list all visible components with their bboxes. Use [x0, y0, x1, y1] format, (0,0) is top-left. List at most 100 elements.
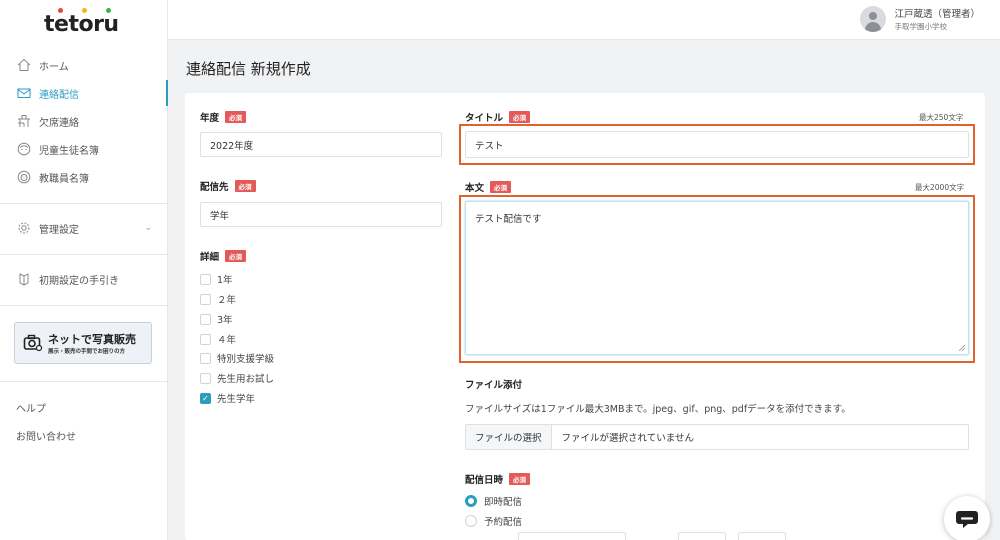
attachment-description: ファイルサイズは1ファイル最大3MBまで。jpeg、gif、png、pdfデータ… — [465, 404, 851, 415]
sidebar-item-messages[interactable]: 連絡配信 — [0, 80, 168, 106]
checkbox-label: 1年 — [217, 275, 233, 286]
grade-checkbox-3[interactable]: 3年 — [200, 312, 233, 326]
required-badge: 必須 — [225, 111, 247, 123]
radio-selected-icon — [465, 495, 477, 507]
avatar — [860, 6, 887, 32]
detail-label-text: 詳細 — [200, 252, 220, 263]
target-label: 配信先 必須 — [200, 179, 256, 193]
sidebar-divider — [0, 381, 167, 382]
body-label-text: 本文 — [465, 183, 485, 194]
logo-dot-yellow — [82, 8, 87, 13]
gear-icon — [16, 220, 32, 236]
sidebar-item-guide[interactable]: 初期設定の手引き — [0, 266, 168, 292]
sidebar-divider — [0, 254, 167, 255]
target-label-text: 配信先 — [200, 182, 229, 193]
book-icon — [16, 271, 32, 287]
required-badge: 必須 — [509, 111, 531, 123]
required-badge: 必須 — [509, 473, 531, 485]
checkbox-label: 3年 — [217, 315, 233, 326]
radio-immediate[interactable]: 即時配信 — [465, 494, 522, 508]
grade-checkbox-2[interactable]: ２年 — [200, 292, 236, 306]
checkbox-box — [200, 352, 211, 364]
logo-dot-green — [106, 8, 111, 13]
chat-button[interactable] — [944, 496, 990, 540]
chat-bubble-icon — [956, 511, 978, 528]
grade-checkbox-teacher[interactable]: ✓ 先生学年 — [200, 391, 255, 405]
attachment-label: ファイル添付 — [465, 380, 523, 391]
checkbox-label: ２年 — [217, 295, 237, 306]
chevron-down-icon: ⌄ — [144, 223, 152, 233]
sidebar-item-absence[interactable]: 欠席連絡 — [0, 108, 168, 134]
target-select[interactable]: 学年 — [200, 202, 442, 227]
required-badge: 必須 — [234, 180, 256, 192]
schedule-label: 配信日時 必須 — [465, 472, 531, 486]
sidebar-divider — [0, 305, 167, 306]
teacher-face-icon — [16, 169, 32, 185]
year-label: 年度 必須 — [200, 110, 247, 124]
sidebar-divider — [0, 203, 167, 204]
checkmark-icon: ✓ — [200, 392, 211, 404]
radio-label: 即時配信 — [484, 497, 523, 508]
sidebar-item-label: 児童生徒名簿 — [39, 145, 99, 157]
desk-icon — [16, 113, 32, 129]
sidebar-item-label: 連絡配信 — [39, 89, 79, 101]
logo-dot-red — [58, 8, 63, 13]
checkbox-box — [200, 372, 211, 384]
checkbox-box — [200, 273, 211, 285]
school-name: 手取学園小学校 — [894, 22, 947, 31]
sidebar-item-label: 欠席連絡 — [39, 117, 79, 129]
grade-checkbox-1[interactable]: 1年 — [200, 272, 233, 286]
title-label-text: タイトル — [465, 113, 504, 124]
top-header: 江戸蔵透（管理者） 手取学園小学校 — [168, 0, 1000, 40]
grade-checkbox-special[interactable]: 特別支援学級 — [200, 351, 274, 365]
checkbox-label: 先生学年 — [217, 394, 256, 405]
required-badge: 必須 — [225, 250, 247, 262]
sidebar-item-label: 初期設定の手引き — [39, 275, 119, 287]
checkbox-box — [200, 333, 211, 345]
checkbox-label: 先生用お試し — [217, 374, 275, 385]
sidebar-item-label: ホーム — [39, 61, 69, 73]
camera-icon — [23, 333, 43, 353]
minute-select[interactable] — [738, 532, 786, 540]
user-menu[interactable]: 江戸蔵透（管理者） 手取学園小学校 — [860, 6, 980, 32]
mail-icon — [16, 85, 32, 101]
resize-handle-icon[interactable] — [959, 345, 965, 351]
title-max-length: 最大250文字 — [919, 113, 964, 122]
file-status-text: ファイルが選択されていません — [561, 433, 694, 444]
logo-text: tetoru — [44, 12, 119, 37]
sidebar-item-teachers[interactable]: 教職員名簿 — [0, 164, 168, 190]
body-text: テスト配信です — [475, 214, 542, 225]
radio-label: 予約配信 — [484, 517, 523, 528]
checkbox-box — [200, 313, 211, 325]
photo-banner-subtitle: 展示・販売の手間でお困りの方 — [48, 349, 126, 355]
body-textarea[interactable]: テスト配信です — [465, 201, 969, 355]
grade-checkbox-trial[interactable]: 先生用お試し — [200, 371, 274, 385]
sidebar-item-label: 教職員名簿 — [39, 173, 89, 185]
user-name: 江戸蔵透（管理者） — [894, 9, 980, 20]
contact-link[interactable]: お問い合わせ — [16, 428, 76, 443]
student-face-icon — [16, 141, 32, 157]
checkbox-label: ４年 — [217, 335, 237, 346]
title-input[interactable]: テスト — [465, 131, 969, 158]
help-link[interactable]: ヘルプ — [16, 400, 46, 415]
detail-label: 詳細 必須 — [200, 249, 247, 263]
year-select[interactable]: 2022年度 — [200, 132, 442, 157]
checkbox-box — [200, 293, 211, 305]
tetoru-logo[interactable]: tetoru — [44, 6, 124, 37]
sidebar-item-home[interactable]: ホーム — [0, 52, 168, 78]
page-title: 連絡配信 新規作成 — [186, 60, 311, 78]
choose-file-button[interactable]: ファイルの選択 — [466, 425, 552, 449]
photo-sales-banner[interactable]: ネットで写真販売 展示・販売の手間でお困りの方 — [14, 322, 152, 364]
hour-select[interactable] — [678, 532, 726, 540]
sidebar-item-students[interactable]: 児童生徒名簿 — [0, 136, 168, 162]
sidebar-item-settings[interactable]: 管理設定 ⌄ — [0, 215, 168, 241]
photo-banner-title: ネットで写真販売 — [48, 333, 136, 346]
home-icon — [16, 57, 32, 73]
grade-checkbox-4[interactable]: ４年 — [200, 332, 236, 346]
body-label: 本文 必須 — [465, 180, 512, 194]
date-input[interactable] — [518, 532, 626, 540]
radio-scheduled[interactable]: 予約配信 — [465, 514, 522, 528]
year-label-text: 年度 — [200, 113, 220, 124]
schedule-label-text: 配信日時 — [465, 475, 504, 486]
file-input[interactable]: ファイルの選択 ファイルが選択されていません — [465, 424, 969, 450]
